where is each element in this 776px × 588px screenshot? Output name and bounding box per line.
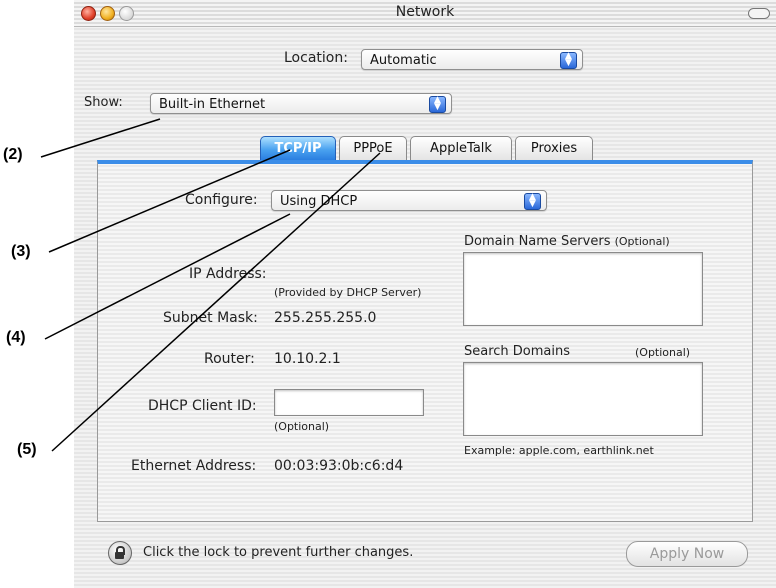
callout-line-3 xyxy=(48,149,291,253)
callout-line-5 xyxy=(51,152,381,452)
callout-lines xyxy=(40,118,381,452)
callout-line-2 xyxy=(40,118,161,158)
callout-line-4 xyxy=(44,213,291,340)
